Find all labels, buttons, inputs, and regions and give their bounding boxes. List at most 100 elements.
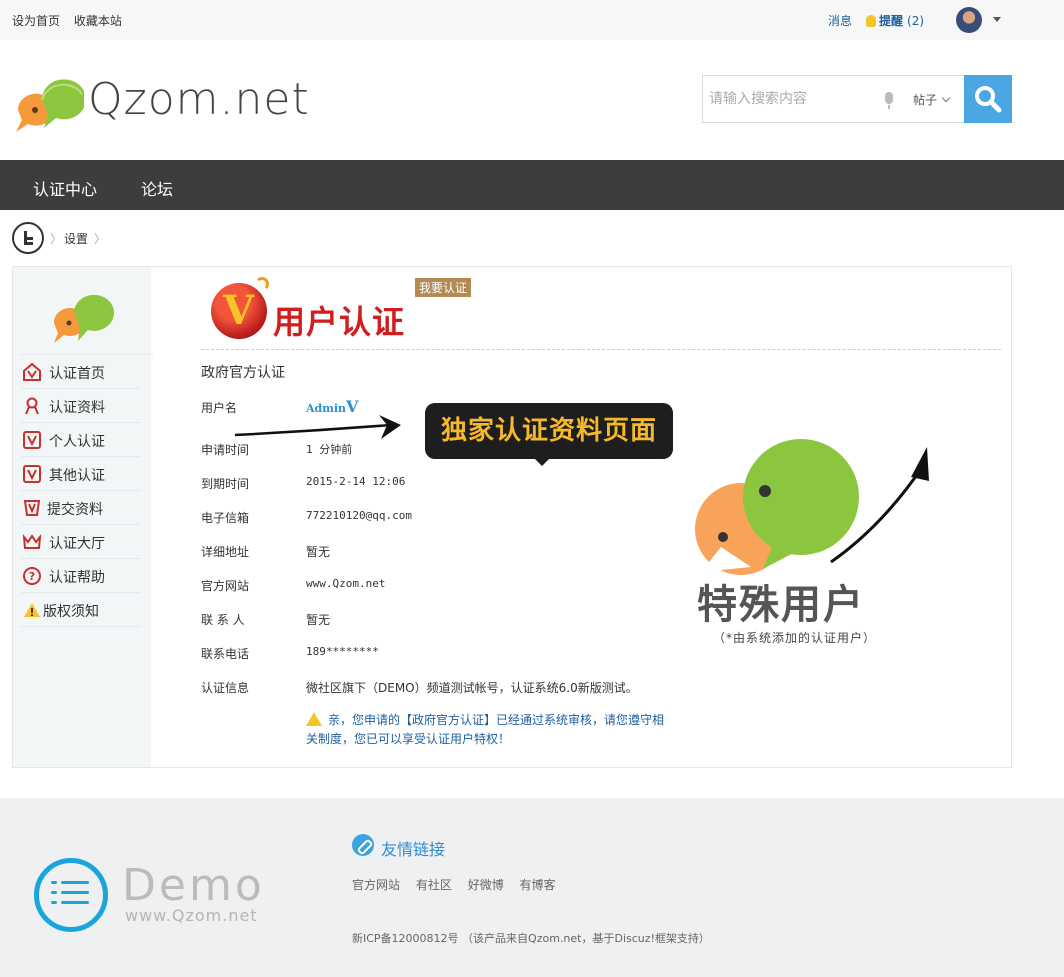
copyright-text: 新ICP备12000812号 （该产品来自Qzom.net，基于Discuz!框… bbox=[352, 932, 710, 945]
section-divider bbox=[201, 349, 1001, 350]
sidebar-item-auth-home[interactable]: 认证首页 bbox=[21, 355, 141, 389]
search-type-label: 帖子 bbox=[913, 93, 938, 107]
sidebar-item-label: 认证资料 bbox=[49, 400, 105, 416]
field-label: 官方网站 bbox=[201, 579, 250, 593]
sidebar-item-copyright[interactable]: 版权须知 bbox=[21, 593, 141, 627]
footer: Demo www.Qzom.net 友情链接 官方网站 有社区 好微博 有博客 … bbox=[0, 798, 1064, 977]
breadcrumb-home-icon[interactable] bbox=[12, 222, 44, 254]
signal-icon bbox=[255, 277, 269, 291]
search-icon bbox=[975, 86, 1002, 113]
sidebar-item-label: 个人认证 bbox=[49, 434, 105, 450]
sidebar-item-auth-hall[interactable]: 认证大厅 bbox=[21, 525, 141, 559]
footer-site-text: www.Qzom.net bbox=[125, 906, 258, 925]
messages-link[interactable]: 消息 bbox=[828, 12, 852, 29]
search-box: 帖子 bbox=[702, 75, 1012, 123]
logo-bubbles-icon[interactable] bbox=[14, 70, 84, 134]
sidebar-menu: 认证首页 认证资料 个人认证 其他认证 提交资料 认证大厅 ? 认证帮助 版权须… bbox=[21, 355, 141, 627]
field-expire-time: 到期时间 2015-2-14 12:06 bbox=[201, 475, 405, 492]
remind-link[interactable]: 提醒 (2) bbox=[866, 12, 924, 29]
special-user-subtitle: （*由系统添加的认证用户） bbox=[713, 631, 877, 645]
field-email: 电子信箱 772210120@qq.com bbox=[201, 509, 412, 526]
logo-bubbles-icon bbox=[53, 294, 114, 343]
chevron-down-icon[interactable] bbox=[993, 17, 1001, 22]
search-input[interactable] bbox=[703, 76, 878, 122]
remind-label: 提醒 bbox=[879, 14, 904, 28]
warning-icon bbox=[306, 712, 322, 726]
crown-icon bbox=[23, 534, 41, 549]
sidebar-item-submit[interactable]: 提交资料 bbox=[21, 491, 141, 525]
field-label: 申请时间 bbox=[201, 443, 250, 457]
sidebar-item-label: 其他认证 bbox=[49, 468, 105, 484]
field-label: 到期时间 bbox=[201, 477, 250, 491]
friend-link[interactable]: 好微博 bbox=[468, 878, 504, 892]
field-website: 官方网站 www.Qzom.net bbox=[201, 577, 385, 594]
main-panel: 认证首页 认证资料 个人认证 其他认证 提交资料 认证大厅 ? 认证帮助 版权须… bbox=[12, 266, 1012, 768]
special-user-title: 特殊用户 bbox=[697, 582, 865, 628]
field-label: 用户名 bbox=[201, 401, 238, 415]
notice-line-1: 亲，您申请的【政府官方认证】已经通过系统审核，请您遵守相 bbox=[328, 713, 665, 727]
field-phone: 联系电话 189******** bbox=[201, 645, 379, 662]
field-value: 微社区旗下（DEMO）频道测试帐号，认证系统6.0新版测试。 bbox=[306, 681, 638, 695]
field-value[interactable]: www.Qzom.net bbox=[306, 577, 385, 590]
svg-text:?: ? bbox=[29, 570, 35, 583]
help-icon: ? bbox=[23, 567, 41, 585]
sidebar-item-label: 认证首页 bbox=[49, 366, 105, 382]
field-apply-time: 申请时间 1 分钟前 bbox=[201, 441, 352, 458]
bookmark-link[interactable]: 收藏本站 bbox=[74, 14, 122, 28]
footer-demo-text: Demo bbox=[122, 860, 265, 911]
breadcrumb-current[interactable]: 设置 bbox=[64, 230, 88, 247]
sidebar-item-label: 版权须知 bbox=[43, 604, 99, 620]
sidebar-item-other-auth[interactable]: 其他认证 bbox=[21, 457, 141, 491]
sidebar-item-label: 认证帮助 bbox=[49, 570, 105, 586]
field-label: 联系电话 bbox=[201, 647, 250, 661]
search-button[interactable] bbox=[964, 75, 1012, 123]
demo-logo-icon bbox=[34, 858, 108, 932]
auth-content: V 用户认证 我要认证 政府官方认证 用户名 AdminV 申请时间 1 分钟前… bbox=[151, 267, 1011, 767]
apply-auth-button[interactable]: 我要认证 bbox=[415, 278, 472, 297]
sidebar-item-auth-profile[interactable]: 认证资料 bbox=[21, 389, 141, 423]
sidebar-item-label: 提交资料 bbox=[47, 502, 103, 518]
v-badge-icon bbox=[23, 431, 41, 449]
field-contact: 联 系 人 暂无 bbox=[201, 611, 330, 628]
field-label: 详细地址 bbox=[201, 545, 250, 559]
nav-item-auth-center[interactable]: 认证中心 bbox=[33, 176, 97, 200]
approval-notice: 亲，您申请的【政府官方认证】已经通过系统审核，请您遵守相 关制度，您已可以享受认… bbox=[306, 711, 676, 749]
top-bar: 设为首页 收藏本站 消息 提醒 (2) bbox=[0, 0, 1064, 40]
friend-link[interactable]: 官方网站 bbox=[352, 878, 400, 892]
sidebar-item-auth-help[interactable]: ? 认证帮助 bbox=[21, 559, 141, 593]
microphone-icon[interactable] bbox=[885, 92, 893, 109]
sidebar-item-personal-auth[interactable]: 个人认证 bbox=[21, 423, 141, 457]
main-nav: 认证中心 论坛 bbox=[0, 160, 1064, 210]
field-value: 1 分钟前 bbox=[306, 443, 353, 456]
home-v-icon bbox=[23, 363, 41, 381]
arrow-right-icon bbox=[234, 415, 401, 439]
friend-link[interactable]: 有社区 bbox=[416, 878, 452, 892]
logo-text[interactable]: Qzom.net bbox=[88, 74, 310, 125]
field-value: 暂无 bbox=[306, 613, 331, 627]
field-value: 772210120@qq.com bbox=[306, 509, 412, 522]
chevron-down-icon bbox=[941, 93, 951, 103]
friend-links-title: 友情链接 bbox=[381, 840, 446, 859]
user-icon bbox=[25, 397, 39, 415]
v-check-icon bbox=[23, 500, 41, 516]
lightbulb-icon bbox=[866, 15, 876, 27]
nav-item-forum[interactable]: 论坛 bbox=[141, 176, 173, 200]
friend-link[interactable]: 有博客 bbox=[520, 878, 556, 892]
sidebar-item-label: 认证大厅 bbox=[49, 536, 105, 552]
field-label: 电子信箱 bbox=[201, 511, 250, 525]
top-bar-left: 设为首页 收藏本站 bbox=[12, 12, 132, 29]
auth-banner: V 用户认证 bbox=[211, 275, 431, 341]
notice-line-2: 关制度，您已可以享受认证用户特权！ bbox=[306, 732, 511, 746]
link-icon bbox=[352, 834, 374, 856]
sidebar: 认证首页 认证资料 个人认证 其他认证 提交资料 认证大厅 ? 认证帮助 版权须… bbox=[13, 267, 153, 767]
search-type-select[interactable]: 帖子 bbox=[913, 91, 951, 108]
v-logo-icon: V bbox=[211, 283, 267, 339]
set-home-link[interactable]: 设为首页 bbox=[12, 14, 60, 28]
breadcrumb-separator: 〉 bbox=[50, 232, 63, 246]
friend-links: 官方网站 有社区 好微博 有博客 bbox=[352, 876, 568, 893]
exclusive-callout: 独家认证资料页面 bbox=[425, 403, 673, 466]
banner-title: 用户认证 bbox=[273, 303, 406, 341]
v-badge-icon bbox=[23, 465, 41, 483]
section-title: 政府官方认证 bbox=[201, 365, 285, 381]
avatar[interactable] bbox=[956, 7, 982, 33]
